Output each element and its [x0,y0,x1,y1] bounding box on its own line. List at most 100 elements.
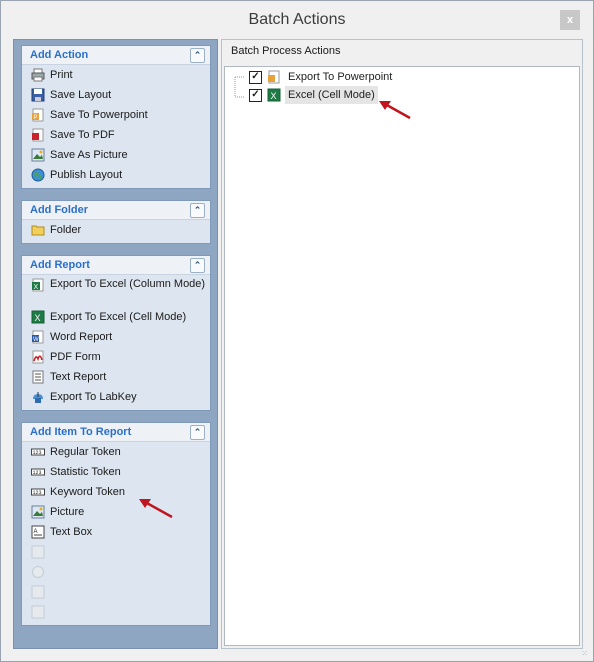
item-label: Save To PDF [50,129,115,141]
svg-text:123: 123 [33,450,42,456]
disabled-item [22,542,210,562]
svg-text:123: 123 [33,470,42,476]
item-label: Save To Powerpoint [50,109,148,121]
printer-icon [31,68,45,82]
action-regular-token[interactable]: 123 Regular Token [22,442,210,462]
item-label: Save Layout [50,89,112,101]
token-icon: 123 [31,448,45,456]
item-label: Statistic Token [50,466,121,478]
labkey-icon [33,392,43,403]
action-folder[interactable]: Folder [22,220,210,240]
group-title: Add Folder [30,204,89,216]
title-bar: Batch Actions x [1,1,593,39]
disabled-item-icon [31,585,45,599]
picture-icon [31,505,45,519]
item-label: Export To Excel (Cell Mode) [50,311,187,323]
action-keyword-token[interactable]: 123 Keyword Token [22,482,210,502]
action-export-labkey[interactable]: Export To LabKey [22,387,210,407]
action-picture[interactable]: Picture [22,502,210,522]
group-add-item-to-report: Add Item To Report ⌃ 123 Regular Token 1… [21,422,211,626]
collapse-icon[interactable]: ⌃ [190,48,205,63]
panel-header: Batch Process Actions [231,45,341,57]
svg-text:W: W [33,337,39,343]
globe-icon [31,168,45,182]
annotation-arrow [379,101,411,120]
checkbox[interactable]: ✓ [249,89,262,102]
word-icon: W [32,330,44,344]
svg-text:X: X [34,284,39,291]
resize-grip[interactable]: ⁙ [581,649,589,658]
action-save-as-picture[interactable]: Save As Picture [22,145,210,165]
excel-icon: X [267,88,281,102]
item-label: Folder [50,224,82,236]
action-save-to-pdf[interactable]: Save To PDF [22,125,210,145]
powerpoint-icon [268,70,280,84]
group-header-add-folder[interactable]: Add Folder ⌃ [22,201,210,220]
action-text-report[interactable]: Text Report [22,367,210,387]
action-publish-layout[interactable]: Publish Layout [22,165,210,185]
disabled-item-icon [31,545,45,559]
batch-tree[interactable]: ✓ Export To Powerpoint ✓ X Excel (Cell M… [224,66,580,646]
item-label: Keyword Token [50,486,126,498]
group-title: Add Action [30,49,89,61]
tree-item-label: Excel (Cell Mode) [285,86,378,104]
picture-icon [31,148,45,162]
group-title: Add Report [30,259,90,271]
svg-text:X: X [271,91,277,101]
text-report-icon [32,370,44,384]
svg-text:P: P [34,115,38,121]
collapse-icon[interactable]: ⌃ [190,258,205,273]
disabled-item [22,602,210,622]
folder-icon [31,225,45,236]
pdf-icon [32,128,44,142]
group-header-add-item[interactable]: Add Item To Report ⌃ [22,423,210,442]
action-statistic-token[interactable]: 123 Statistic Token [22,462,210,482]
action-export-excel-column[interactable]: X Export To Excel (Column Mode) [22,275,210,307]
text-box-icon: A [31,525,45,539]
item-label: Picture [50,506,85,518]
group-add-action: Add Action ⌃ Print Save Layout P Save To… [21,45,211,189]
action-print[interactable]: Print [22,65,210,85]
batch-process-panel: Batch Process Actions ✓ Export To Powerp… [221,39,583,649]
window-title: Batch Actions [248,11,346,28]
svg-text:123: 123 [33,490,42,496]
item-label: Export To LabKey [50,391,137,403]
item-label: PDF Form [50,351,101,363]
item-label: Export To Excel (Column Mode) [50,278,206,290]
group-title: Add Item To Report [30,426,132,438]
item-label: Text Report [50,371,107,383]
token-icon: 123 [31,468,45,476]
pdf-form-icon [32,350,44,364]
action-save-layout[interactable]: Save Layout [22,85,210,105]
floppy-disk-icon [31,88,45,102]
svg-text:X: X [35,313,41,323]
collapse-icon[interactable]: ⌃ [190,203,205,218]
disabled-item [22,582,210,602]
svg-text:A: A [34,529,38,535]
action-word-report[interactable]: W Word Report [22,327,210,347]
action-export-excel-cell[interactable]: X Export To Excel (Cell Mode) [22,307,210,327]
disabled-item [22,562,210,582]
excel-icon: X [32,278,44,292]
item-label: Publish Layout [50,169,123,181]
checkbox[interactable]: ✓ [249,71,262,84]
actions-sidebar: Add Action ⌃ Print Save Layout P Save To… [13,39,218,649]
group-header-add-report[interactable]: Add Report ⌃ [22,256,210,275]
action-text-box[interactable]: A Text Box [22,522,210,542]
item-label: Word Report [50,331,113,343]
collapse-icon[interactable]: ⌃ [190,425,205,440]
token-icon: 123 [31,488,45,496]
group-header-add-action[interactable]: Add Action ⌃ [22,46,210,65]
tree-item-label: Export To Powerpoint [288,71,393,83]
batch-actions-window: Batch Actions x Add Action ⌃ Print Save … [0,0,594,662]
excel-icon: X [31,310,45,324]
disabled-item-icon [32,566,44,578]
item-label: Print [50,69,73,81]
item-label: Save As Picture [50,149,128,161]
item-label: Text Box [50,526,93,538]
close-button[interactable]: x [560,10,580,30]
group-add-folder: Add Folder ⌃ Folder [21,200,211,244]
action-pdf-form[interactable]: PDF Form [22,347,210,367]
disabled-item-icon [31,605,45,619]
action-save-to-powerpoint[interactable]: P Save To Powerpoint [22,105,210,125]
